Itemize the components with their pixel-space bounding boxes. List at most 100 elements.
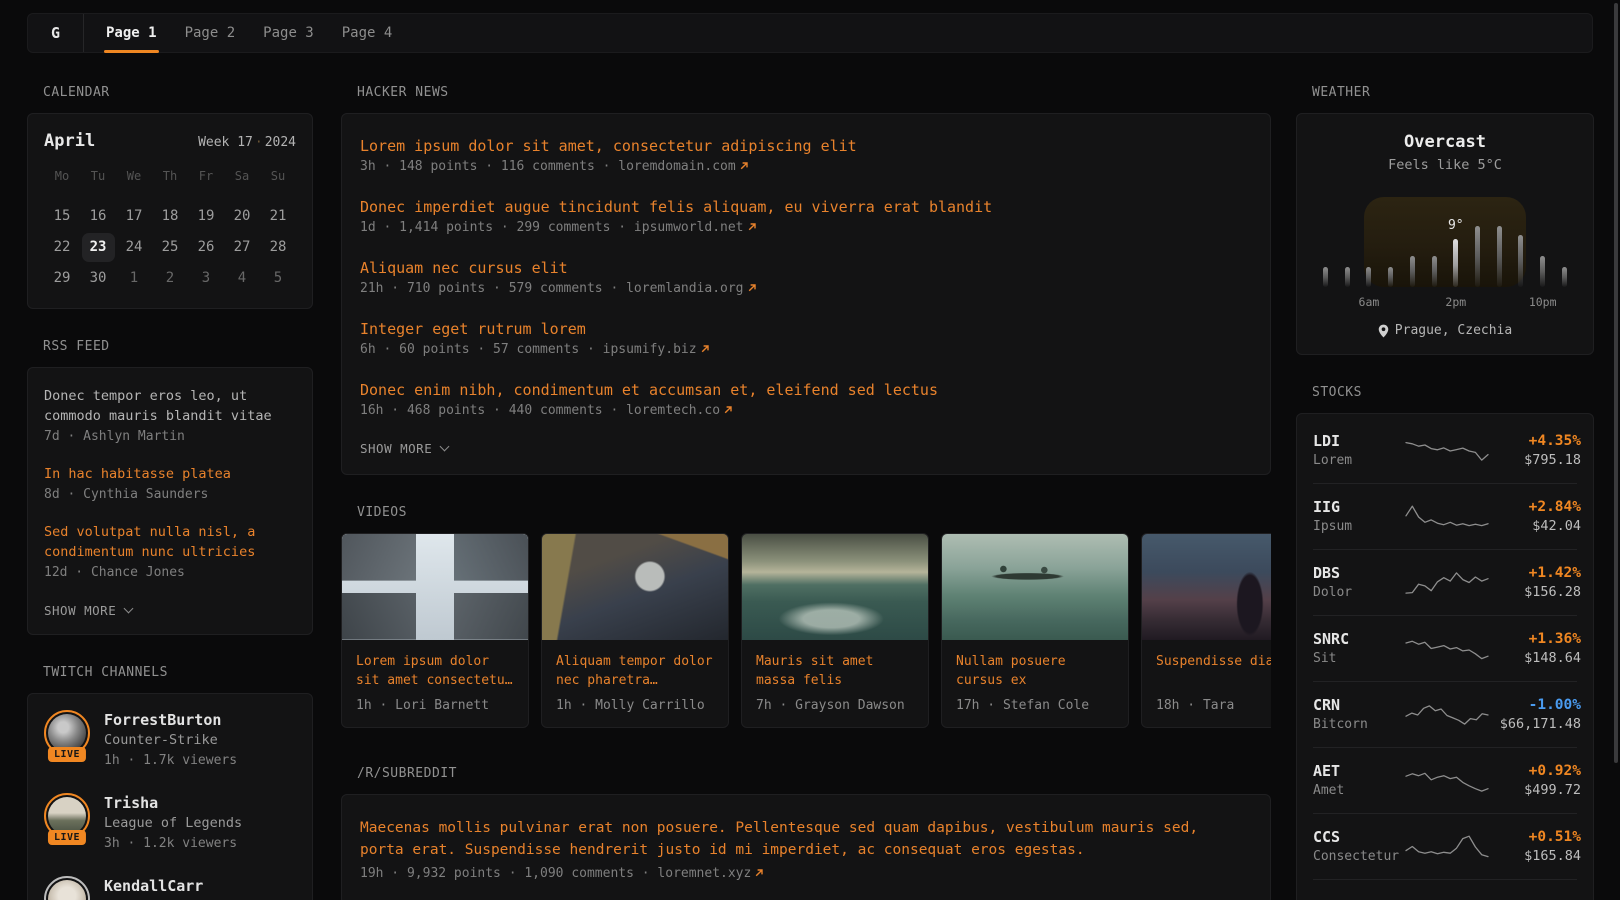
video-thumbnail bbox=[542, 534, 728, 640]
app-logo[interactable]: G bbox=[28, 14, 84, 52]
rss-item-title[interactable]: In hac habitasse platea bbox=[44, 464, 296, 484]
video-card[interactable]: Aliquam tempor dolor nec pharetra… 1h · … bbox=[541, 533, 729, 728]
hackernews-item-title[interactable]: Donec enim nibh, condimentum et accumsan… bbox=[360, 380, 1252, 400]
weather-bar-column: 9° 2pm bbox=[1453, 197, 1458, 287]
stock-name: Consectetur bbox=[1313, 847, 1405, 866]
weather-bar bbox=[1366, 267, 1371, 287]
video-title[interactable]: Nullam posuere cursus ex bbox=[956, 652, 1114, 690]
stock-ticker: IIG bbox=[1313, 497, 1405, 517]
video-card[interactable]: Nullam posuere cursus ex 17h · Stefan Co… bbox=[941, 533, 1129, 728]
page-tab[interactable]: Page 3 bbox=[249, 14, 328, 52]
calendar-day-cell: 28 bbox=[260, 232, 296, 263]
subreddit-post-title[interactable]: Maecenas mollis pulvinar erat non posuer… bbox=[360, 817, 1252, 861]
weather-bar bbox=[1323, 267, 1328, 287]
rss-list: Donec tempor eros leo, ut commodo mauris… bbox=[44, 386, 296, 583]
rss-item-title[interactable]: Sed volutpat nulla nisl, a condimentum n… bbox=[44, 522, 296, 562]
rss-item: Sed volutpat nulla nisl, a condimentum n… bbox=[44, 522, 296, 583]
hackernews-list: Lorem ipsum dolor sit amet, consectetur … bbox=[360, 136, 1252, 421]
calendar-weekday: Th bbox=[152, 163, 188, 189]
video-card[interactable]: Lorem ipsum dolor sit amet consectetu… 1… bbox=[341, 533, 529, 728]
stock-row[interactable]: AET Amet +0.92% $499.72 bbox=[1313, 748, 1577, 814]
stock-change-percent: +0.51% bbox=[1489, 827, 1581, 847]
stock-sparkline bbox=[1405, 700, 1489, 730]
twitch-section: TWITCH CHANNELS LIVE ForrestBurton Count… bbox=[27, 665, 313, 900]
weather-bar: 9° bbox=[1453, 239, 1458, 287]
page-tab[interactable]: Page 1 bbox=[92, 14, 171, 52]
rss-item: Donec tempor eros leo, ut commodo mauris… bbox=[44, 386, 296, 447]
channel-category: Counter-Strike bbox=[104, 730, 237, 751]
twitch-channel-row[interactable]: KendallCarr bbox=[44, 876, 296, 900]
video-title[interactable]: Suspendisse diam bbox=[1156, 652, 1271, 690]
twitch-channel-row[interactable]: LIVE ForrestBurton Counter-Strike 1h · 1… bbox=[44, 710, 296, 771]
stock-row[interactable]: LDI Lorem +4.35% $795.18 bbox=[1313, 418, 1577, 484]
hackernews-item-title[interactable]: Aliquam nec cursus elit bbox=[360, 258, 1252, 278]
twitch-channel-row[interactable]: LIVE Trisha League of Legends 3h · 1.2k … bbox=[44, 793, 296, 854]
stock-row[interactable]: AHS +0.46% bbox=[1313, 880, 1577, 900]
video-title[interactable]: Aliquam tempor dolor nec pharetra… bbox=[556, 652, 714, 690]
page-tab[interactable]: Page 4 bbox=[328, 14, 407, 52]
calendar-day-cell: 3 bbox=[188, 263, 224, 294]
video-meta: 7h · Grayson Dawson bbox=[756, 698, 914, 713]
stock-price: $795.18 bbox=[1489, 451, 1581, 470]
stocks-section: STOCKS LDI Lorem +4.35% $795.18 bbox=[1296, 385, 1594, 900]
current-temp-label: 9° bbox=[1448, 218, 1464, 233]
right-column: WEATHER Overcast Feels like 5°C bbox=[1296, 85, 1594, 900]
hackernews-item-title[interactable]: Integer eget rutrum lorem bbox=[360, 319, 1252, 339]
video-meta: 1h · Lori Barnett bbox=[356, 698, 514, 713]
stock-row[interactable]: IIG Ipsum +2.84% $42.04 bbox=[1313, 484, 1577, 550]
weather-bar bbox=[1562, 267, 1567, 287]
twitch-card: LIVE ForrestBurton Counter-Strike 1h · 1… bbox=[27, 693, 313, 900]
weather-bar bbox=[1497, 226, 1502, 287]
stock-row[interactable]: CCS Consectetur +0.51% $165.84 bbox=[1313, 814, 1577, 880]
video-title[interactable]: Lorem ipsum dolor sit amet consectetu… bbox=[356, 652, 514, 690]
channel-name: Trisha bbox=[104, 793, 242, 813]
calendar-day-cell: 23 bbox=[80, 232, 116, 263]
weather-bar bbox=[1388, 267, 1393, 287]
hackernews-item-meta: 6h · 60 points · 57 comments · ipsumify.… bbox=[360, 340, 1252, 360]
calendar-day-cell: 24 bbox=[116, 232, 152, 263]
weather-bar bbox=[1475, 226, 1480, 287]
calendar-weekday: We bbox=[116, 163, 152, 189]
hackernews-item-title[interactable]: Donec imperdiet augue tincidunt felis al… bbox=[360, 197, 1252, 217]
rss-show-more-button[interactable]: SHOW MORE bbox=[44, 603, 296, 618]
dot-separator: · bbox=[253, 135, 265, 150]
weather-condition: Overcast bbox=[1313, 132, 1577, 152]
page-tab[interactable]: Page 2 bbox=[171, 14, 250, 52]
hackernews-item-title[interactable]: Lorem ipsum dolor sit amet, consectetur … bbox=[360, 136, 1252, 156]
weather-time-label: 2pm bbox=[1445, 295, 1466, 309]
rss-section: RSS FEED Donec tempor eros leo, ut commo… bbox=[27, 339, 313, 635]
video-title[interactable]: Mauris sit amet massa felis bbox=[756, 652, 914, 690]
rss-item-title[interactable]: Donec tempor eros leo, ut commodo mauris… bbox=[44, 386, 296, 426]
weather-section: WEATHER Overcast Feels like 5°C bbox=[1296, 85, 1594, 355]
calendar-month: April bbox=[44, 131, 95, 151]
stock-row[interactable]: DBS Dolor +1.42% $156.28 bbox=[1313, 550, 1577, 616]
weather-bar-column: 6am bbox=[1366, 197, 1371, 287]
calendar-day-cell: 2 bbox=[152, 263, 188, 294]
hackernews-show-more-button[interactable]: SHOW MORE bbox=[360, 441, 1252, 456]
stock-row[interactable]: CRN Bitcorn -1.00% $66,171.48 bbox=[1313, 682, 1577, 748]
weather-hourly-chart: 6am bbox=[1323, 197, 1567, 287]
video-card[interactable]: Suspendisse diam 18h · Tara bbox=[1141, 533, 1271, 728]
rss-card: Donec tempor eros leo, ut commodo mauris… bbox=[27, 367, 313, 635]
stock-change-percent: +4.35% bbox=[1489, 431, 1581, 451]
weather-bar-column bbox=[1388, 197, 1393, 287]
page-scrollbar[interactable] bbox=[1614, 3, 1618, 763]
hackernews-item-meta: 16h · 468 points · 440 comments · loremt… bbox=[360, 401, 1252, 421]
calendar-day-cell: 5 bbox=[260, 263, 296, 294]
video-meta: 1h · Molly Carrillo bbox=[556, 698, 714, 713]
stock-sparkline bbox=[1405, 893, 1489, 900]
weather-section-title: WEATHER bbox=[1312, 85, 1594, 100]
chevron-down-icon bbox=[124, 604, 134, 614]
video-card[interactable]: Mauris sit amet massa felis 7h · Grayson… bbox=[741, 533, 929, 728]
subreddit-card: Maecenas mollis pulvinar erat non posuer… bbox=[341, 794, 1271, 900]
stock-row[interactable]: SNRC Sit +1.36% $148.64 bbox=[1313, 616, 1577, 682]
page-tab-label: Page 1 bbox=[106, 25, 157, 41]
stock-change-percent: +0.92% bbox=[1489, 761, 1581, 781]
channel-meta: 3h · 1.2k viewers bbox=[104, 834, 242, 854]
calendar-day-cell: 26 bbox=[188, 232, 224, 263]
stocks-section-title: STOCKS bbox=[1312, 385, 1594, 400]
external-link-icon bbox=[754, 868, 764, 878]
stock-price: $156.28 bbox=[1489, 583, 1581, 602]
weather-card: Overcast Feels like 5°C bbox=[1296, 113, 1594, 355]
stock-name: Ipsum bbox=[1313, 517, 1405, 536]
